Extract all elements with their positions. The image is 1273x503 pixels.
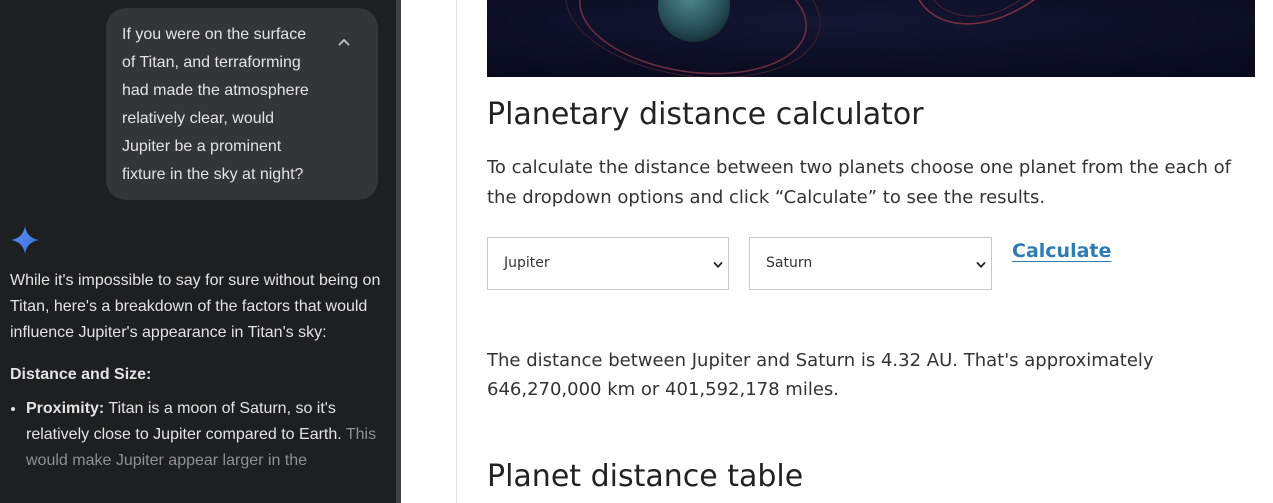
response-bullet-list: Proximity: Titan is a moon of Saturn, so… (10, 396, 382, 474)
chat-panel: If you were on the surface of Titan, and… (0, 0, 396, 503)
chevron-down-icon (713, 262, 723, 268)
calculator-title: Planetary distance calculator (487, 97, 924, 132)
content-border (456, 0, 457, 503)
user-prompt-bubble: If you were on the surface of Titan, and… (106, 8, 378, 200)
gemini-sparkle-icon (11, 226, 39, 254)
hero-image (487, 0, 1255, 77)
planets-illustration (487, 0, 1255, 77)
result-text: The distance between Jupiter and Saturn … (487, 350, 1154, 400)
response-intro: While it's impossible to say for sure wi… (10, 272, 381, 341)
assistant-response: While it's impossible to say for sure wi… (10, 268, 382, 474)
user-prompt-text: If you were on the surface of Titan, and… (122, 26, 309, 183)
response-section-heading: Distance and Size: (10, 366, 152, 383)
web-page: Planetary distance calculator To calcula… (401, 0, 1273, 503)
planet-select-1-value: Jupiter (504, 255, 550, 271)
calculator-description: To calculate the distance between two pl… (487, 157, 1232, 208)
planet-select-2-value: Saturn (766, 255, 813, 271)
distance-table-title: Planet distance table (487, 459, 804, 494)
chevron-up-icon[interactable] (336, 34, 352, 50)
chevron-down-icon (976, 262, 986, 268)
planet-select-2[interactable]: Saturn (749, 237, 992, 290)
planet-select-1[interactable]: Jupiter (487, 237, 729, 290)
list-item: Proximity: Titan is a moon of Saturn, so… (26, 396, 382, 474)
bullet-label: Proximity: (26, 400, 105, 417)
screen: If you were on the surface of Titan, and… (0, 0, 1273, 503)
calculate-link[interactable]: Calculate (1012, 240, 1111, 262)
